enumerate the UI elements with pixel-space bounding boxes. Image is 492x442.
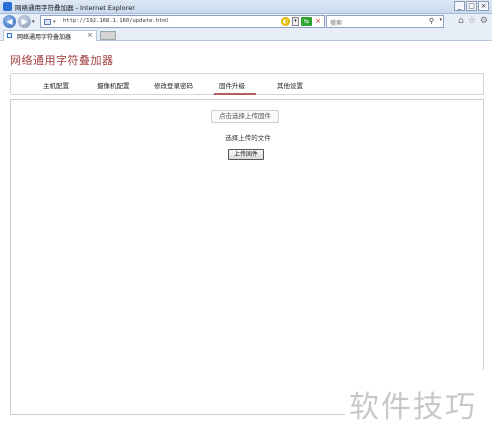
close-window-button[interactable]: × xyxy=(478,1,489,11)
window-title-bar: 网络通用字符叠加器 - Internet Explorer _ □ × xyxy=(0,0,492,14)
main-menu: 主机配置 摄像机配置 修改登录密码 固件升级 其他设置 xyxy=(10,73,484,95)
menu-item-other-settings[interactable]: 其他设置 xyxy=(277,80,303,90)
menu-item-firmware-upgrade[interactable]: 固件升级 xyxy=(219,80,245,90)
navigation-bar: ◀ ▶ ▾ ▾ http://192.168.1.160/update.html… xyxy=(0,14,492,29)
window-controls: _ □ × xyxy=(454,1,489,11)
browser-tools: ⌂ ☆ ⚙ xyxy=(458,16,488,26)
new-tab-button[interactable] xyxy=(100,31,116,40)
search-dropdown-icon[interactable]: ▾ xyxy=(439,17,442,23)
firmware-panel: 点击选择上传固件 选择上传的文件 上传固件 xyxy=(10,99,484,415)
page-icon xyxy=(44,19,51,25)
favorites-icon[interactable]: ☆ xyxy=(468,16,476,26)
menu-item-host-config[interactable]: 主机配置 xyxy=(43,80,69,90)
menu-item-camera-config[interactable]: 摄像机配置 xyxy=(97,80,130,90)
active-tab-indicator xyxy=(214,93,256,95)
compat-dropdown-icon[interactable]: ▾ xyxy=(53,19,56,25)
ie-icon xyxy=(3,2,12,11)
gear-icon[interactable]: ⚙ xyxy=(480,16,488,26)
tab-page-icon xyxy=(7,33,12,38)
browser-tab[interactable]: 网络通用字符叠加器 × xyxy=(3,30,97,41)
window-title: 网络通用字符叠加器 - Internet Explorer xyxy=(15,4,135,12)
watermark-text: 软件技巧 xyxy=(349,390,477,425)
address-dropdown-icon[interactable]: ▾ xyxy=(292,17,299,26)
maximize-button[interactable]: □ xyxy=(466,1,477,11)
tab-label[interactable]: 网络通用字符叠加器 xyxy=(17,32,71,41)
address-actions: ◐ ▾ ⇆ × xyxy=(281,17,322,26)
menu-item-change-password[interactable]: 修改登录密码 xyxy=(154,80,193,90)
stop-icon[interactable]: × xyxy=(314,17,322,26)
watermark: 软件技巧 xyxy=(345,370,492,442)
page-title: 网络通用字符叠加器 xyxy=(10,54,114,67)
selected-file-label: 选择上传的文件 xyxy=(225,134,271,142)
forward-button[interactable]: ▶ xyxy=(18,15,31,28)
choose-firmware-button[interactable]: 点击选择上传固件 xyxy=(211,110,279,123)
refresh-icon[interactable]: ⇆ xyxy=(301,17,312,26)
tab-bar: 网络通用字符叠加器 × xyxy=(0,29,492,41)
minimize-button[interactable]: _ xyxy=(454,1,465,11)
address-url[interactable]: http://192.168.1.160/update.html xyxy=(63,18,169,24)
tab-close-icon[interactable]: × xyxy=(87,31,93,39)
search-box[interactable]: 搜索 ⚲ ▾ xyxy=(326,15,444,28)
search-icon[interactable]: ⚲ xyxy=(429,17,434,25)
home-icon[interactable]: ⌂ xyxy=(458,16,464,26)
upload-firmware-button[interactable]: 上传固件 xyxy=(228,149,264,160)
back-button[interactable]: ◀ xyxy=(3,15,16,28)
search-placeholder[interactable]: 搜索 xyxy=(330,18,342,27)
history-dropdown-icon[interactable]: ▾ xyxy=(32,19,35,25)
address-bar[interactable]: ▾ http://192.168.1.160/update.html ◐ ▾ ⇆… xyxy=(40,15,325,28)
compatibility-view-icon[interactable]: ◐ xyxy=(281,17,290,26)
